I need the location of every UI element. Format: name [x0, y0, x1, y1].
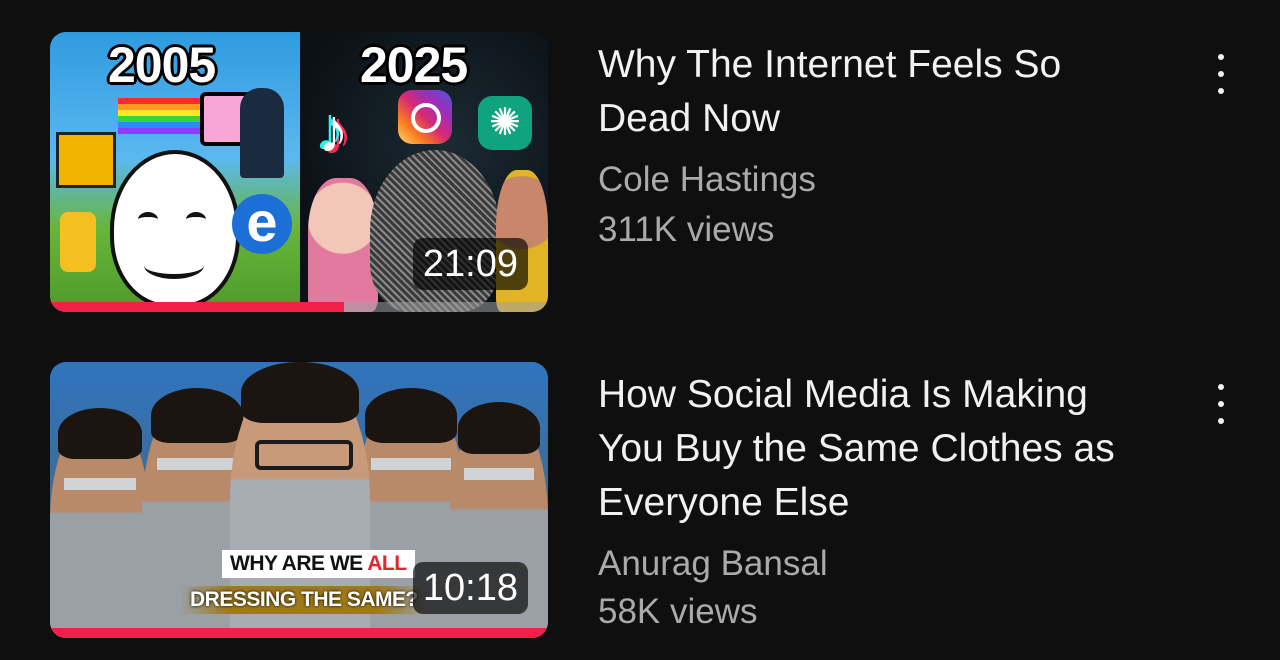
view-count: 311K views — [598, 210, 775, 249]
more-vert-icon[interactable] — [1204, 52, 1238, 96]
duration-badge: 21:09 — [412, 238, 528, 290]
view-count: 58K views — [598, 592, 758, 631]
thumbnail-caption-bottom: DRESSING THE SAME? — [180, 586, 428, 614]
video-thumbnail[interactable]: WHY ARE WE ALL DRESSING THE SAME? 10:18 — [50, 362, 548, 638]
video-title[interactable]: Why The Internet Feels So Dead Now — [598, 38, 1158, 146]
tiktok-icon: ♪ — [318, 97, 349, 166]
instagram-icon — [398, 90, 452, 144]
channel-name[interactable]: Cole Hastings — [598, 160, 816, 200]
watch-progress-bar — [50, 302, 548, 312]
channel-name[interactable]: Anurag Bansal — [598, 544, 828, 584]
thumbnail-caption-top: WHY ARE WE ALL — [222, 550, 415, 578]
video-title[interactable]: How Social Media Is Making You Buy the S… — [598, 368, 1158, 530]
watch-progress-fill — [50, 302, 344, 312]
more-vert-icon[interactable] — [1204, 382, 1238, 426]
watch-progress-bar — [50, 628, 548, 638]
watch-progress-fill — [50, 628, 548, 638]
video-item[interactable]: e ♪ ✺ 2005 2025 21:09 Why The Internet F… — [0, 32, 1280, 312]
internet-explorer-icon: e — [232, 194, 292, 254]
wojak-face-icon — [110, 150, 240, 308]
video-item[interactable]: WHY ARE WE ALL DRESSING THE SAME? 10:18 … — [0, 362, 1280, 642]
duration-badge: 10:18 — [412, 562, 528, 614]
chatgpt-icon: ✺ — [478, 96, 532, 150]
game-logo-icon — [56, 132, 116, 188]
aim-runner-icon — [60, 212, 96, 272]
face-image-left — [308, 178, 378, 312]
thumbnail-year-right: 2025 — [360, 37, 468, 93]
thumbnail-year-left: 2005 — [108, 37, 216, 93]
character-figure — [240, 88, 284, 178]
person-image — [50, 408, 150, 638]
video-thumbnail[interactable]: e ♪ ✺ 2005 2025 21:09 — [50, 32, 548, 312]
